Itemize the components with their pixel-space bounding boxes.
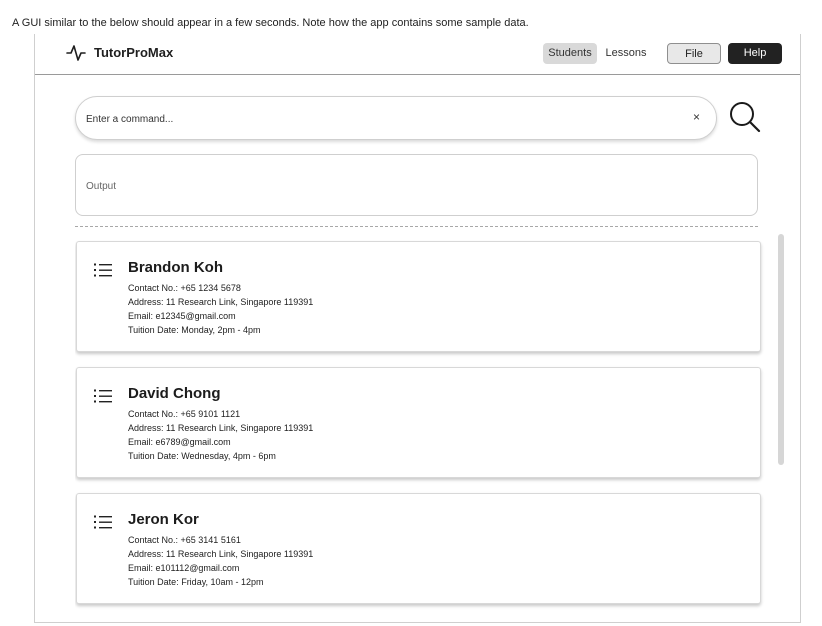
tab-lessons[interactable]: Lessons <box>602 43 650 64</box>
student-list[interactable]: Brandon Koh Contact No.: +65 1234 5678 A… <box>75 240 765 622</box>
page-caption: A GUI similar to the below should appear… <box>12 17 529 29</box>
student-email: Email: e6789@gmail.com <box>128 437 231 447</box>
student-card[interactable]: Jeron Kor Contact No.: +65 3141 5161 Add… <box>76 493 761 604</box>
student-contact: Contact No.: +65 1234 5678 <box>128 283 241 293</box>
scrollbar-thumb[interactable] <box>778 234 784 465</box>
student-contact: Contact No.: +65 3141 5161 <box>128 535 241 545</box>
command-box: × <box>75 96 717 140</box>
help-button[interactable]: Help <box>728 43 782 64</box>
top-bar: TutorProMax Students Lessons File Help <box>35 34 800 75</box>
student-card[interactable]: Brandon Koh Contact No.: +65 1234 5678 A… <box>76 241 761 352</box>
student-name: Jeron Kor <box>128 511 199 528</box>
student-contact: Contact No.: +65 9101 1121 <box>128 409 241 419</box>
student-address: Address: 11 Research Link, Singapore 119… <box>128 423 314 433</box>
app-window: TutorProMax Students Lessons File Help ×… <box>34 34 801 623</box>
list-icon <box>94 515 112 529</box>
output-label: Output <box>86 181 117 192</box>
student-name: David Chong <box>128 385 221 402</box>
search-icon[interactable] <box>728 100 762 134</box>
student-email: Email: e101112@gmail.com <box>128 563 240 573</box>
student-address: Address: 11 Research Link, Singapore 119… <box>128 297 314 307</box>
clear-icon[interactable]: × <box>693 110 700 124</box>
app-title: TutorProMax <box>94 45 174 60</box>
student-tuition: Tuition Date: Friday, 10am - 12pm <box>128 577 264 587</box>
activity-pulse-icon <box>66 45 86 61</box>
list-icon <box>94 389 112 403</box>
student-name: Brandon Koh <box>128 259 223 276</box>
tab-students[interactable]: Students <box>543 43 597 64</box>
output-panel: Output <box>75 154 758 216</box>
file-button[interactable]: File <box>667 43 721 64</box>
student-tuition: Tuition Date: Monday, 2pm - 4pm <box>128 325 261 335</box>
command-input[interactable] <box>86 109 676 129</box>
student-email: Email: e12345@gmail.com <box>128 311 236 321</box>
student-address: Address: 11 Research Link, Singapore 119… <box>128 549 314 559</box>
divider <box>75 226 758 227</box>
list-icon <box>94 263 112 277</box>
student-card[interactable]: David Chong Contact No.: +65 9101 1121 A… <box>76 367 761 478</box>
student-tuition: Tuition Date: Wednesday, 4pm - 6pm <box>128 451 276 461</box>
